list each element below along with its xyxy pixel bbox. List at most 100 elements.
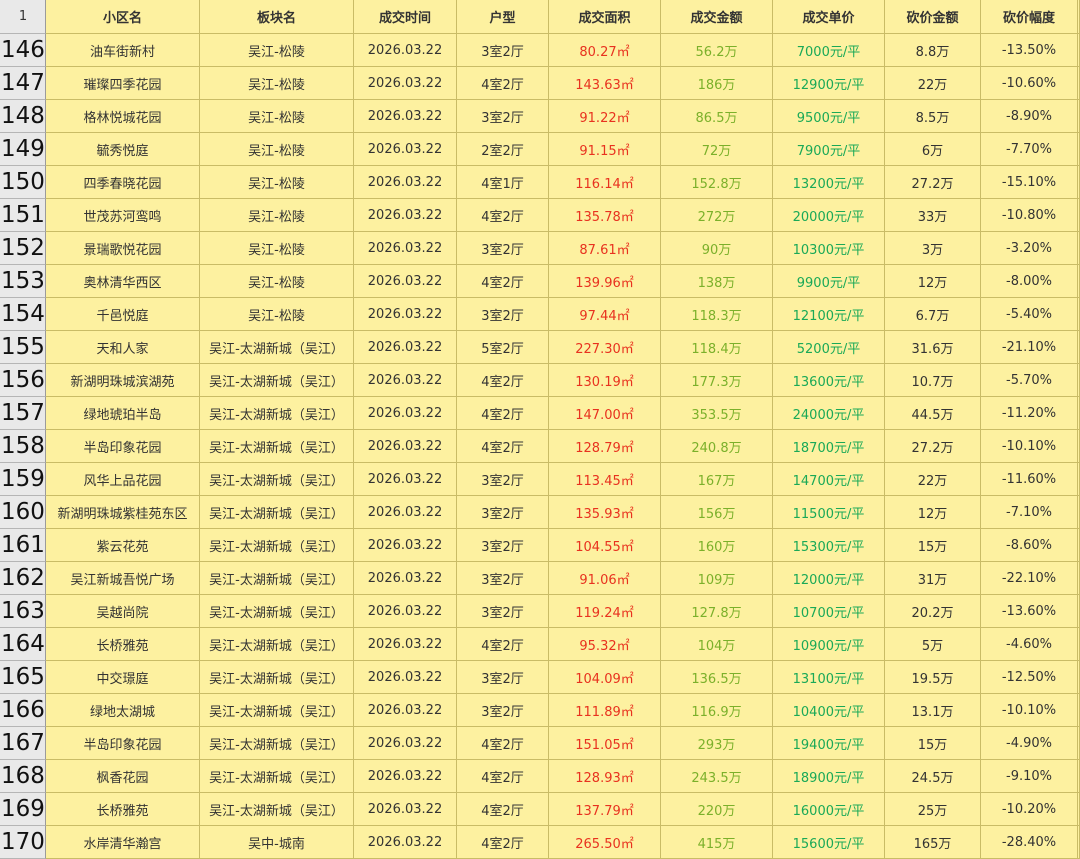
row-number[interactable]: 153 [0, 265, 46, 298]
cell-layout[interactable]: 4室2厅 [457, 397, 549, 430]
cell-layout[interactable]: 3室2厅 [457, 232, 549, 265]
cell-area[interactable]: 128.79㎡ [549, 430, 661, 463]
cell-amount[interactable]: 118.3万 [661, 298, 773, 331]
cell-unit-price[interactable]: 13600元/平 [773, 364, 885, 397]
cell-district[interactable]: 吴江-松陵 [200, 133, 354, 166]
cell-community[interactable]: 璀璨四季花园 [46, 67, 200, 100]
cell-cut-amount[interactable]: 19.5万 [885, 661, 981, 694]
cell-date[interactable]: 2026.03.22 [354, 496, 457, 529]
cell-cut-rate[interactable]: -7.10% [981, 496, 1078, 529]
cell-community[interactable]: 半岛印象花园 [46, 430, 200, 463]
column-header-district[interactable]: 板块名 [200, 0, 354, 34]
cell-community[interactable]: 格林悦城花园 [46, 100, 200, 133]
cell-district[interactable]: 吴江-松陵 [200, 100, 354, 133]
cell-layout[interactable]: 4室2厅 [457, 727, 549, 760]
cell-community[interactable]: 绿地琥珀半岛 [46, 397, 200, 430]
cell-date[interactable]: 2026.03.22 [354, 364, 457, 397]
cell-unit-price[interactable]: 12100元/平 [773, 298, 885, 331]
cell-unit-price[interactable]: 10700元/平 [773, 595, 885, 628]
column-header-layout[interactable]: 户型 [457, 0, 549, 34]
cell-area[interactable]: 91.22㎡ [549, 100, 661, 133]
cell-cut-rate[interactable]: -10.20% [981, 793, 1078, 826]
cell-date[interactable]: 2026.03.22 [354, 430, 457, 463]
cell-layout[interactable]: 3室2厅 [457, 298, 549, 331]
cell-cut-rate[interactable]: -11.20% [981, 397, 1078, 430]
cell-date[interactable]: 2026.03.22 [354, 694, 457, 727]
cell-district[interactable]: 吴江-松陵 [200, 67, 354, 100]
row-number[interactable]: 151 [0, 199, 46, 232]
cell-cut-amount[interactable]: 6.7万 [885, 298, 981, 331]
cell-area[interactable]: 116.14㎡ [549, 166, 661, 199]
cell-amount[interactable]: 186万 [661, 67, 773, 100]
cell-community[interactable]: 吴越尚院 [46, 595, 200, 628]
cell-district[interactable]: 吴江-太湖新城（吴江） [200, 364, 354, 397]
row-number-header[interactable]: 1 [0, 0, 46, 34]
cell-layout[interactable]: 4室2厅 [457, 67, 549, 100]
cell-area[interactable]: 91.06㎡ [549, 562, 661, 595]
cell-amount[interactable]: 243.5万 [661, 760, 773, 793]
cell-cut-rate[interactable]: -11.60% [981, 463, 1078, 496]
cell-community[interactable]: 新湖明珠城紫桂苑东区 [46, 496, 200, 529]
cell-community[interactable]: 枫香花园 [46, 760, 200, 793]
cell-unit-price[interactable]: 14700元/平 [773, 463, 885, 496]
cell-date[interactable]: 2026.03.22 [354, 397, 457, 430]
cell-unit-price[interactable]: 7000元/平 [773, 34, 885, 67]
cell-unit-price[interactable]: 18700元/平 [773, 430, 885, 463]
cell-cut-amount[interactable]: 31万 [885, 562, 981, 595]
cell-date[interactable]: 2026.03.22 [354, 760, 457, 793]
cell-amount[interactable]: 177.3万 [661, 364, 773, 397]
cell-date[interactable]: 2026.03.22 [354, 100, 457, 133]
cell-district[interactable]: 吴江-太湖新城（吴江） [200, 529, 354, 562]
cell-district[interactable]: 吴江-太湖新城（吴江） [200, 727, 354, 760]
cell-cut-rate[interactable]: -3.20% [981, 232, 1078, 265]
row-number[interactable]: 146 [0, 34, 46, 67]
cell-district[interactable]: 吴江-太湖新城（吴江） [200, 331, 354, 364]
cell-amount[interactable]: 56.2万 [661, 34, 773, 67]
row-number[interactable]: 162 [0, 562, 46, 595]
cell-district[interactable]: 吴江-松陵 [200, 298, 354, 331]
cell-district[interactable]: 吴中-城南 [200, 826, 354, 859]
cell-area[interactable]: 143.63㎡ [549, 67, 661, 100]
cell-layout[interactable]: 4室2厅 [457, 826, 549, 859]
cell-layout[interactable]: 3室2厅 [457, 496, 549, 529]
cell-cut-amount[interactable]: 33万 [885, 199, 981, 232]
cell-area[interactable]: 128.93㎡ [549, 760, 661, 793]
cell-community[interactable]: 新湖明珠城滨湖苑 [46, 364, 200, 397]
cell-district[interactable]: 吴江-太湖新城（吴江） [200, 760, 354, 793]
cell-unit-price[interactable]: 19400元/平 [773, 727, 885, 760]
row-number[interactable]: 167 [0, 727, 46, 760]
column-header-date[interactable]: 成交时间 [354, 0, 457, 34]
cell-community[interactable]: 千邑悦庭 [46, 298, 200, 331]
cell-community[interactable]: 风华上品花园 [46, 463, 200, 496]
row-number[interactable]: 169 [0, 793, 46, 826]
cell-cut-amount[interactable]: 8.8万 [885, 34, 981, 67]
cell-cut-rate[interactable]: -22.10% [981, 562, 1078, 595]
row-number[interactable]: 148 [0, 100, 46, 133]
row-number[interactable]: 147 [0, 67, 46, 100]
cell-unit-price[interactable]: 18900元/平 [773, 760, 885, 793]
cell-date[interactable]: 2026.03.22 [354, 661, 457, 694]
cell-community[interactable]: 世茂苏河鸾鸣 [46, 199, 200, 232]
cell-layout[interactable]: 4室1厅 [457, 166, 549, 199]
cell-layout[interactable]: 3室2厅 [457, 661, 549, 694]
cell-cut-rate[interactable]: -5.40% [981, 298, 1078, 331]
row-number[interactable]: 156 [0, 364, 46, 397]
cell-unit-price[interactable]: 15300元/平 [773, 529, 885, 562]
cell-layout[interactable]: 4室2厅 [457, 628, 549, 661]
cell-cut-rate[interactable]: -13.50% [981, 34, 1078, 67]
cell-district[interactable]: 吴江-松陵 [200, 232, 354, 265]
cell-cut-amount[interactable]: 5万 [885, 628, 981, 661]
column-header-amount[interactable]: 成交金额 [661, 0, 773, 34]
cell-cut-amount[interactable]: 165万 [885, 826, 981, 859]
cell-unit-price[interactable]: 15600元/平 [773, 826, 885, 859]
cell-cut-amount[interactable]: 24.5万 [885, 760, 981, 793]
cell-amount[interactable]: 272万 [661, 199, 773, 232]
cell-area[interactable]: 80.27㎡ [549, 34, 661, 67]
row-number[interactable]: 150 [0, 166, 46, 199]
cell-cut-amount[interactable]: 12万 [885, 496, 981, 529]
cell-community[interactable]: 长桥雅苑 [46, 628, 200, 661]
cell-district[interactable]: 吴江-太湖新城（吴江） [200, 595, 354, 628]
cell-cut-amount[interactable]: 6万 [885, 133, 981, 166]
cell-date[interactable]: 2026.03.22 [354, 265, 457, 298]
cell-date[interactable]: 2026.03.22 [354, 529, 457, 562]
